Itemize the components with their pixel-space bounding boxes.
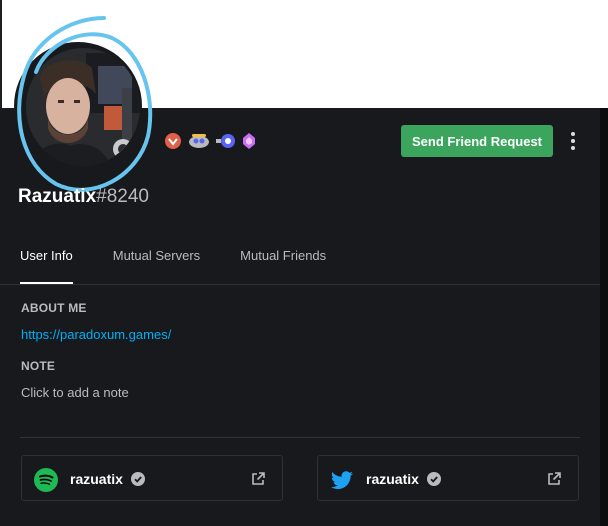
more-options-icon[interactable] [566, 130, 580, 152]
bug-hunter-badge-icon[interactable] [188, 132, 210, 150]
twitter-account-name: razuatix [366, 471, 419, 487]
note-heading: NOTE [21, 359, 56, 373]
early-supporter-badge-icon[interactable] [164, 132, 182, 150]
tab-mutual-friends[interactable]: Mutual Friends [240, 246, 326, 284]
connection-spotify[interactable]: razuatix [21, 455, 283, 501]
avatar[interactable] [26, 48, 140, 166]
tabs-divider [0, 284, 600, 285]
avatar-photo [26, 48, 140, 166]
twitter-icon [330, 471, 353, 489]
spotify-icon [34, 468, 58, 492]
tab-user-info[interactable]: User Info [20, 246, 73, 284]
window-edge [600, 108, 608, 526]
username-text: Razuatix [18, 186, 97, 207]
spotify-account-name: razuatix [70, 471, 123, 487]
hypesquad-badge-icon[interactable] [216, 132, 236, 150]
about-me-link[interactable]: https://paradoxum.games/ [21, 327, 171, 342]
verified-icon [131, 472, 145, 486]
send-friend-request-button[interactable]: Send Friend Request [401, 125, 553, 157]
note-input[interactable]: Click to add a note [21, 385, 129, 400]
verified-icon [427, 472, 441, 486]
profile-username: Razuatix#8240 [18, 186, 149, 208]
about-me-heading: ABOUT ME [21, 301, 87, 315]
profile-tabs: User Info Mutual Servers Mutual Friends [20, 246, 366, 284]
external-link-icon[interactable] [546, 471, 562, 487]
tab-mutual-servers[interactable]: Mutual Servers [113, 246, 200, 284]
discriminator-text: #8240 [96, 186, 149, 207]
banner-edge [0, 0, 2, 108]
nitro-boost-badge-icon[interactable] [242, 132, 256, 150]
connection-twitter[interactable]: razuatix [317, 455, 579, 501]
badge-row [164, 131, 256, 151]
connections-divider [20, 437, 580, 438]
external-link-icon[interactable] [250, 471, 266, 487]
